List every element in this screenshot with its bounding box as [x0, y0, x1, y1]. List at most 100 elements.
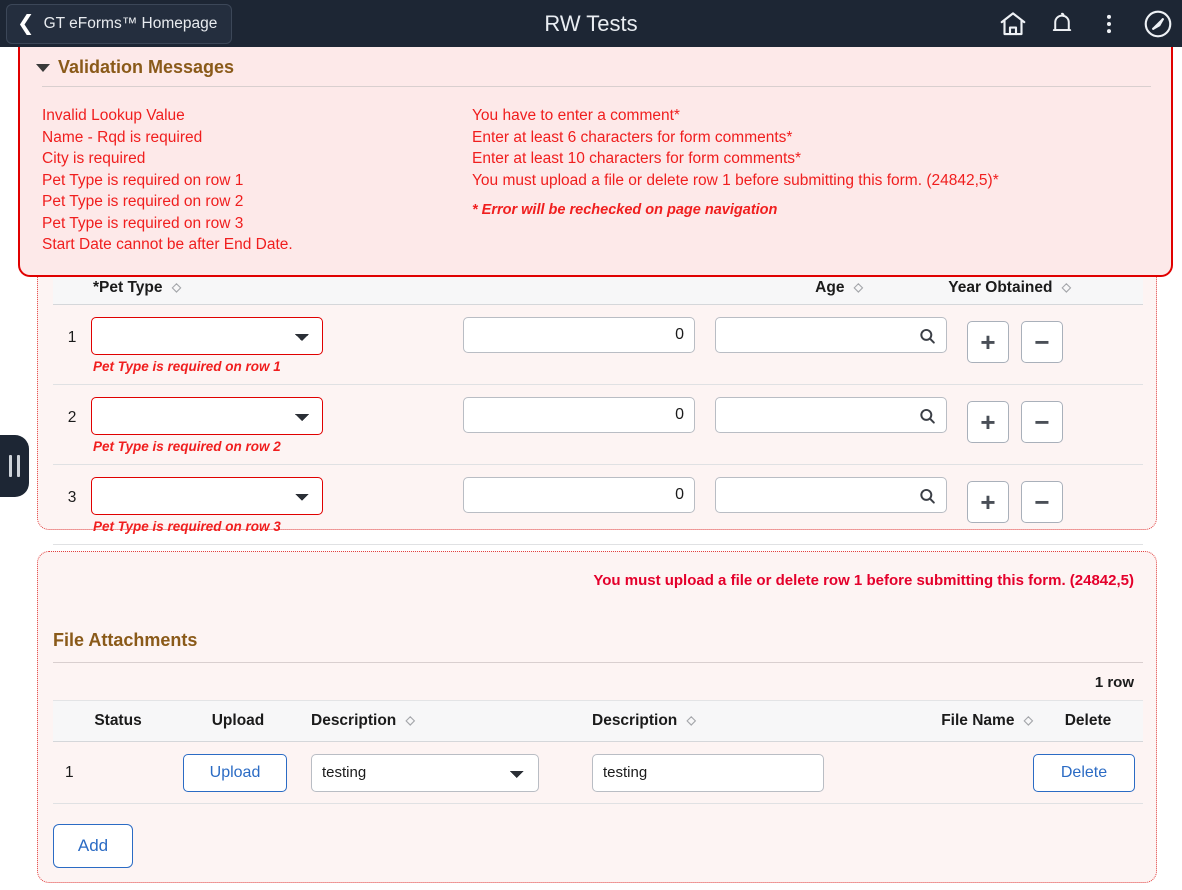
column-header-description-1: Description ◇ [293, 712, 578, 730]
add-row-button[interactable]: + [967, 481, 1009, 523]
validation-footnote: * Error will be rechecked on page naviga… [472, 202, 778, 218]
search-icon[interactable] [915, 404, 939, 428]
description-select-cell: testing [293, 753, 578, 792]
pet-grid: *Pet Type ◇ Age ◇ Year Obtained ◇ 1 Pet … [53, 271, 1143, 545]
triangle-down-icon[interactable] [36, 63, 50, 72]
sort-diamond-icon[interactable]: ◇ [1062, 280, 1071, 294]
panel-collapse-handle[interactable] [0, 435, 29, 497]
pet-type-select[interactable] [91, 477, 323, 515]
year-obtained-cell [715, 317, 967, 353]
validation-message: Pet Type is required on row 1 [42, 171, 244, 189]
sort-diamond-icon[interactable]: ◇ [687, 713, 696, 727]
column-header-pet-type: *Pet Type ◇ [53, 279, 613, 297]
validation-message: City is required [42, 150, 146, 167]
row-number: 1 [67, 329, 77, 346]
sort-diamond-icon[interactable]: ◇ [172, 280, 181, 294]
column-header-description-1-label: Description [311, 712, 397, 729]
remove-row-button[interactable]: − [1021, 481, 1063, 523]
row-actions: + − [967, 477, 1075, 523]
age-input[interactable] [463, 317, 695, 353]
table-row: 1 Pet Type is required on row 1 + − [53, 305, 1143, 385]
sort-diamond-icon[interactable]: ◇ [1024, 713, 1033, 727]
year-obtained-cell [715, 397, 967, 433]
table-row: 3 Pet Type is required on row 3 + − [53, 465, 1143, 545]
year-obtained-input[interactable] [715, 477, 947, 513]
upload-button[interactable]: Upload [183, 753, 287, 792]
add-row-button[interactable]: + [967, 401, 1009, 443]
delete-button[interactable]: Delete [1033, 753, 1135, 792]
year-obtained-input[interactable] [715, 397, 947, 433]
column-header-upload: Upload [211, 712, 265, 729]
add-attachment-button[interactable]: Add [53, 824, 133, 868]
year-obtained-cell [715, 477, 967, 513]
column-header-description-2: Description ◇ [578, 712, 868, 730]
add-button-wrapper: Add [53, 824, 133, 868]
description-input[interactable] [592, 753, 824, 792]
upload-cell: Upload [183, 753, 293, 792]
bell-icon[interactable] [1048, 10, 1076, 38]
pet-type-error-message: Pet Type is required on row 1 [93, 359, 281, 374]
top-navigation-bar: ❮ GT eForms™ Homepage RW Tests [0, 0, 1182, 47]
pet-type-cell: Pet Type is required on row 1 [91, 317, 463, 374]
validation-message: You have to enter a comment* [472, 107, 680, 124]
row-actions: + − [967, 397, 1075, 443]
plus-icon: + [980, 407, 996, 437]
file-attachments-grid: Status Upload Description ◇ Description … [53, 700, 1143, 804]
file-attachments-title: File Attachments [53, 630, 198, 650]
validation-message: Pet Type is required on row 2 [42, 193, 244, 210]
age-input[interactable] [463, 397, 695, 433]
validation-message: Pet Type is required on row 3 [42, 214, 244, 232]
row-count-label: 1 row [1094, 674, 1134, 691]
plus-icon: + [980, 487, 996, 517]
pet-type-error-message: Pet Type is required on row 3 [93, 519, 281, 534]
validation-message: Start Date cannot be after End Date. [42, 236, 293, 253]
column-header-description-2-label: Description [592, 712, 678, 729]
description-select[interactable]: testing [311, 753, 539, 792]
column-header-year-obtained-label: Year Obtained [948, 279, 1053, 296]
column-header-age-label: Age [815, 279, 845, 296]
validation-message: Enter at least 6 characters for form com… [472, 128, 793, 146]
sort-diamond-icon[interactable]: ◇ [406, 713, 415, 727]
add-row-button[interactable]: + [967, 321, 1009, 363]
row-actions: + − [967, 317, 1075, 363]
row-number: 2 [67, 409, 77, 426]
age-cell [463, 317, 715, 353]
column-header-delete: Delete [1064, 712, 1112, 729]
year-obtained-input[interactable] [715, 317, 947, 353]
file-grid-header-row: Status Upload Description ◇ Description … [53, 700, 1143, 742]
delete-cell: Delete [1033, 753, 1143, 792]
table-row: 1 Upload testing Delete [53, 742, 1143, 804]
kebab-menu-icon[interactable] [1096, 11, 1122, 37]
pet-type-error-message: Pet Type is required on row 2 [93, 439, 281, 454]
sort-diamond-icon[interactable]: ◇ [854, 280, 863, 294]
compass-icon[interactable] [1142, 8, 1174, 40]
plus-icon: + [980, 327, 996, 357]
validation-message: Invalid Lookup Value [42, 107, 185, 124]
pet-type-select[interactable] [91, 317, 323, 355]
minus-icon: − [1034, 407, 1050, 437]
age-cell [463, 477, 715, 513]
back-button-label: GT eForms™ Homepage [43, 14, 218, 32]
row-number: 3 [67, 489, 77, 506]
chevron-left-icon: ❮ [17, 12, 35, 35]
home-icon[interactable] [998, 9, 1028, 39]
age-input[interactable] [463, 477, 695, 513]
search-icon[interactable] [915, 484, 939, 508]
back-to-homepage-button[interactable]: ❮ GT eForms™ Homepage [6, 3, 233, 44]
search-icon[interactable] [915, 324, 939, 348]
column-header-age: Age ◇ [613, 279, 863, 297]
row-number: 1 [65, 763, 74, 781]
pet-type-select[interactable] [91, 397, 323, 435]
validation-panel-title: Validation Messages [58, 57, 235, 77]
minus-icon: − [1034, 327, 1050, 357]
validation-messages-body: Invalid Lookup Value Name - Rqd is requi… [20, 87, 1171, 256]
validation-messages-panel: Validation Messages Invalid Lookup Value… [18, 47, 1173, 277]
remove-row-button[interactable]: − [1021, 321, 1063, 363]
validation-message: Enter at least 10 characters for form co… [472, 150, 802, 167]
nav-icon-group [998, 8, 1182, 40]
grip-bars-icon [9, 455, 12, 477]
remove-row-button[interactable]: − [1021, 401, 1063, 443]
column-header-year-obtained: Year Obtained ◇ [863, 279, 1093, 297]
validation-panel-header[interactable]: Validation Messages [20, 47, 1171, 78]
grip-bars-icon [17, 455, 20, 477]
